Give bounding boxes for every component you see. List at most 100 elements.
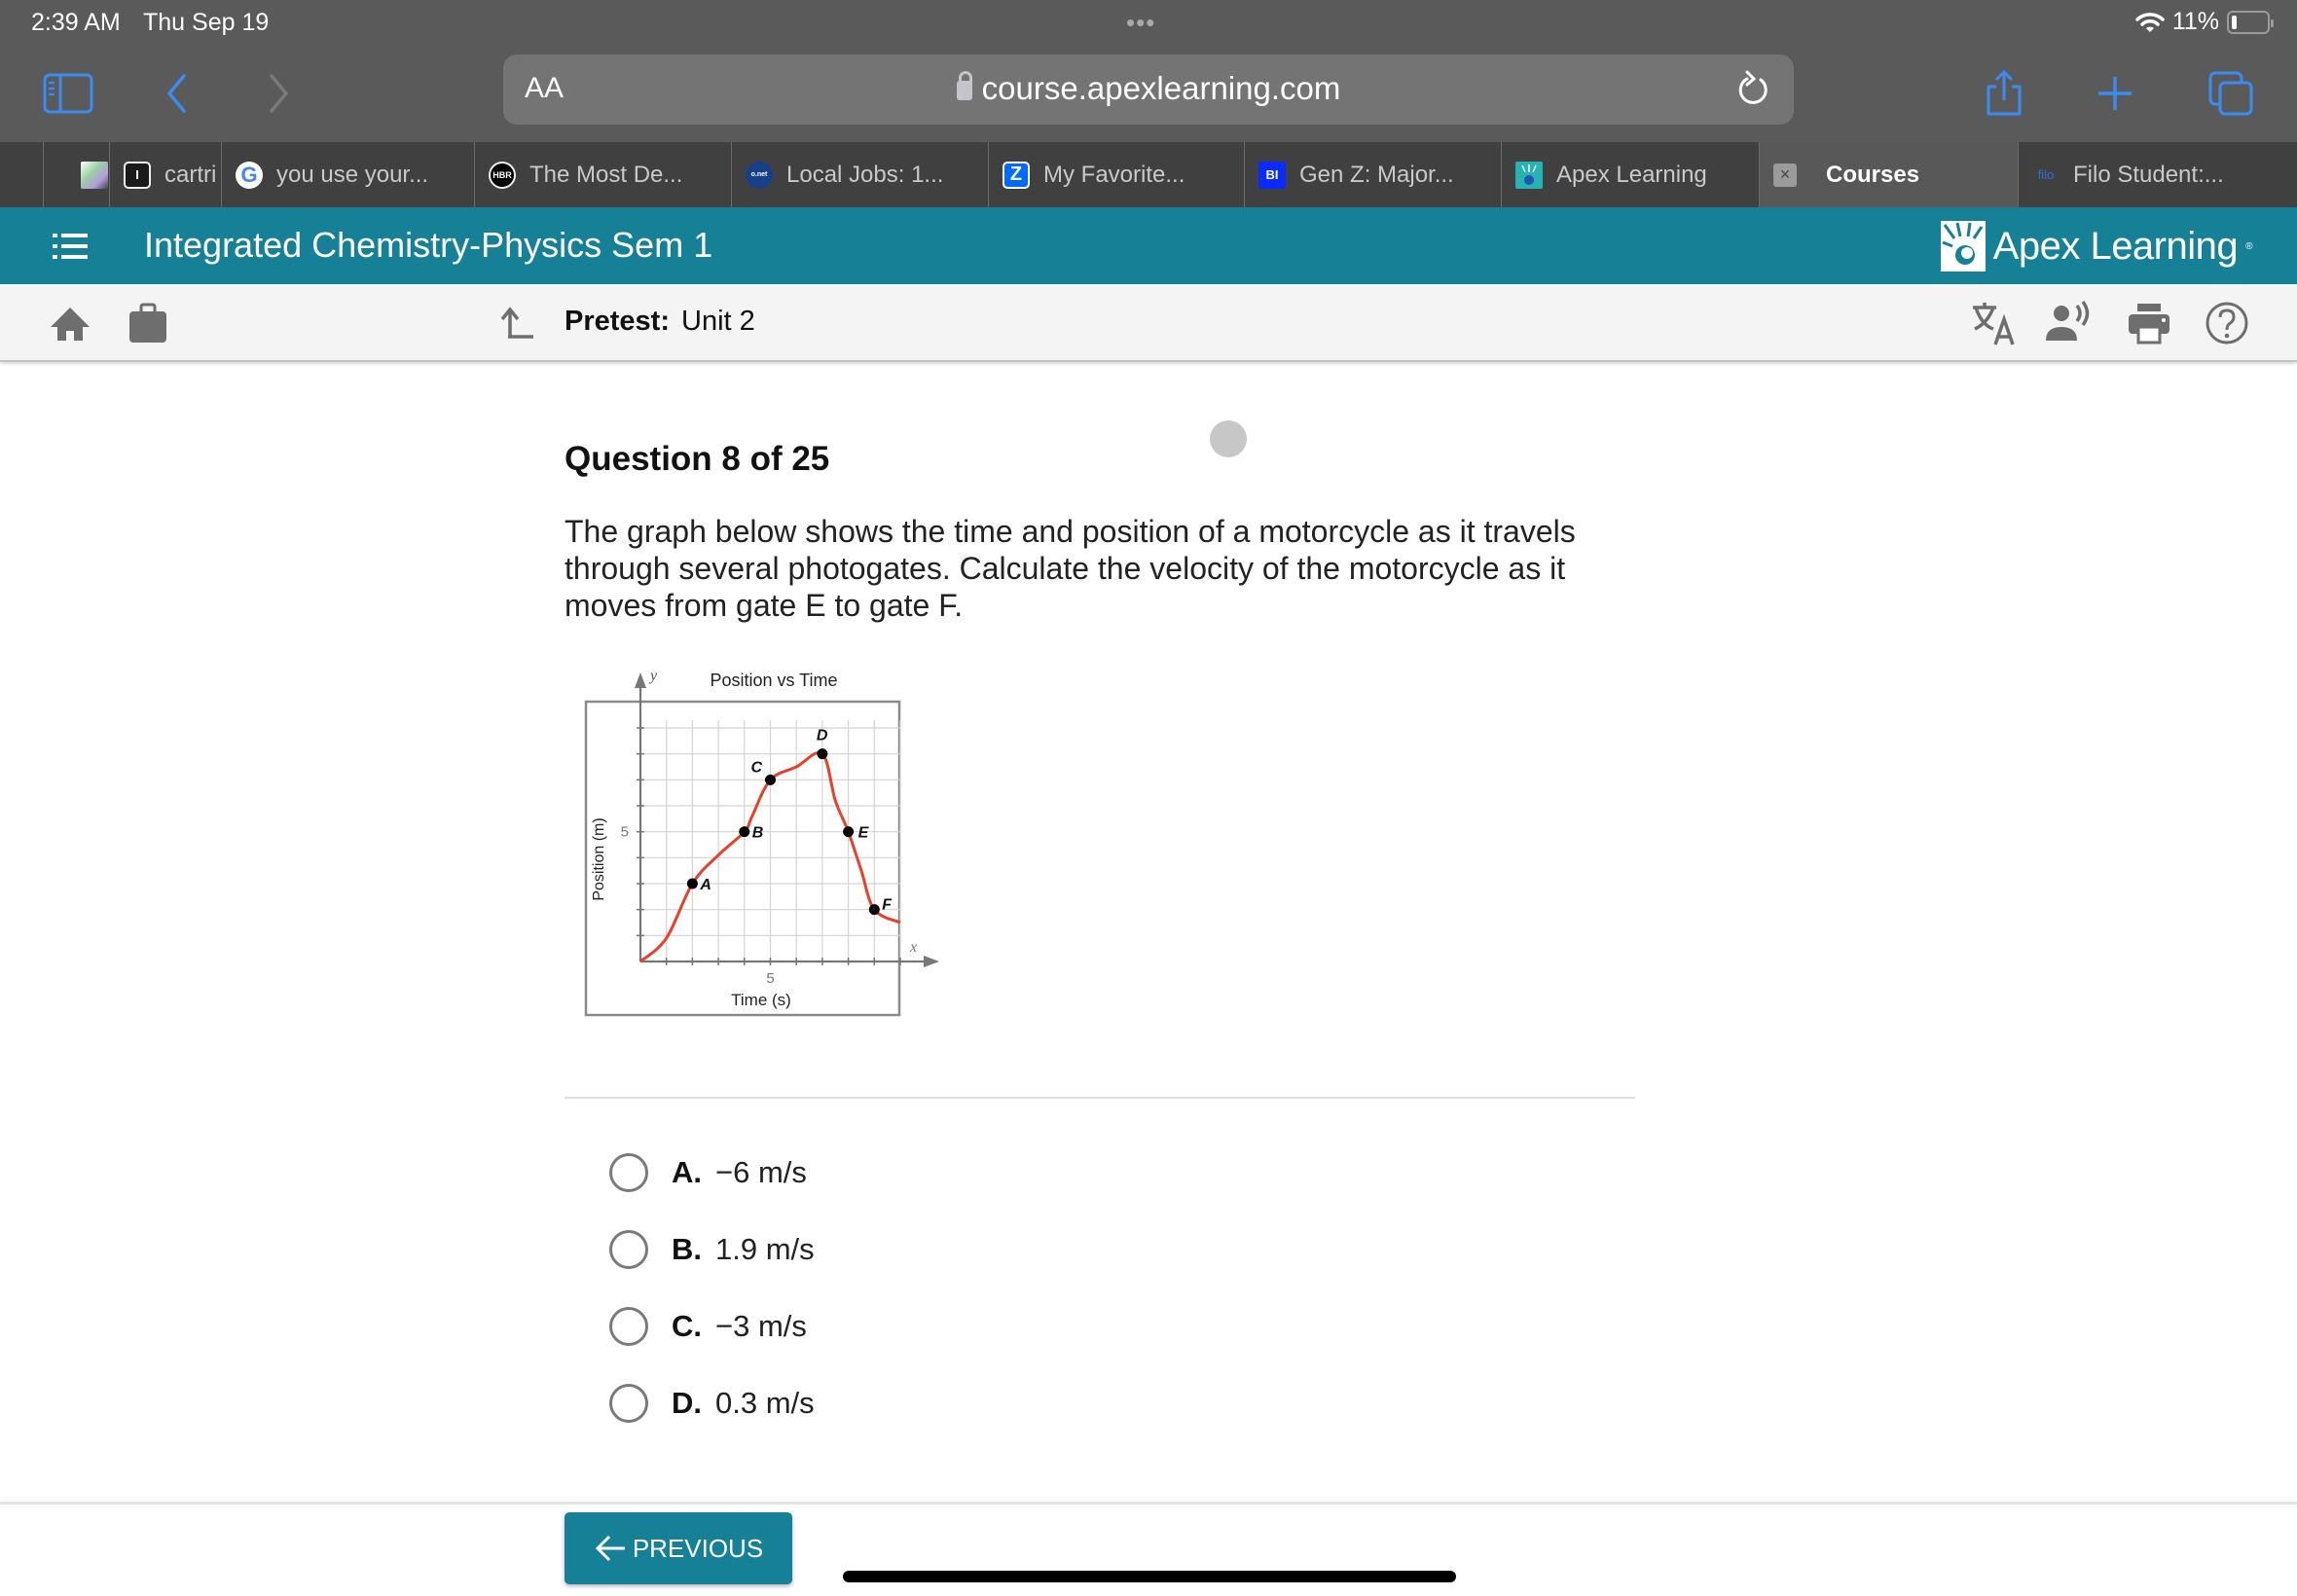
tab-8-active[interactable]: × Courses xyxy=(1759,142,2018,207)
gate-label-f: F xyxy=(882,897,893,914)
activity-toolbar: Pretest: Unit 2 xyxy=(0,284,2297,362)
gate-label-e: E xyxy=(858,825,870,842)
choice-b[interactable]: B. 1.9 m/s xyxy=(609,1230,815,1269)
radio-button[interactable] xyxy=(609,1384,648,1423)
reload-icon[interactable] xyxy=(1732,68,1774,111)
tabs-icon xyxy=(2208,71,2253,116)
tab-label: cartri xyxy=(164,161,217,188)
x-axis-label: Time (s) xyxy=(731,991,791,1009)
activity-breadcrumb: Pretest: Unit 2 xyxy=(565,306,755,338)
tab-strip: I cartri G you use your... HBR The Most … xyxy=(0,142,2297,207)
registered-mark: ® xyxy=(2245,240,2252,252)
tab-label: Filo Student:... xyxy=(2073,161,2224,188)
sidebar-toggle-button[interactable] xyxy=(39,64,97,123)
gate-point-c xyxy=(765,774,776,785)
tab-5[interactable]: Z My Favorite... xyxy=(988,142,1244,207)
plus-icon xyxy=(2098,77,2132,110)
back-button[interactable] xyxy=(148,64,206,123)
print-icon[interactable] xyxy=(2126,300,2172,346)
home-icon[interactable] xyxy=(49,302,91,345)
tab-1[interactable]: I cartri xyxy=(109,142,221,207)
tab-label: The Most De... xyxy=(529,161,683,188)
help-icon[interactable] xyxy=(2204,300,2250,346)
new-tab-button[interactable] xyxy=(2086,64,2144,123)
briefcase-icon[interactable] xyxy=(127,302,169,345)
choice-d[interactable]: D. 0.3 m/s xyxy=(609,1384,815,1423)
share-icon xyxy=(1987,69,2022,116)
status-bar: 2:39 AM Thu Sep 19 ••• 11% xyxy=(0,0,2297,45)
gate-point-e xyxy=(843,826,855,838)
tab-4[interactable]: o.net Local Jobs: 1... xyxy=(731,142,988,207)
x-tick-label: 5 xyxy=(766,970,774,987)
choice-c[interactable]: C. −3 m/s xyxy=(609,1307,807,1346)
multitasking-dots[interactable]: ••• xyxy=(1126,8,1155,38)
url-text: course.apexlearning.com xyxy=(981,70,1341,106)
gate-point-b xyxy=(739,826,750,838)
gate-label-a: A xyxy=(699,877,711,893)
tab-spacer xyxy=(0,142,43,207)
tab-2[interactable]: G you use your... xyxy=(221,142,474,207)
lock-icon xyxy=(956,71,972,100)
activity-name: Unit 2 xyxy=(681,306,755,337)
onet-favicon-icon: o.net xyxy=(746,161,773,189)
google-favicon-icon: G xyxy=(236,161,263,189)
loading-indicator xyxy=(1210,420,1247,457)
menu-list-icon[interactable] xyxy=(51,231,90,262)
address-bar[interactable]: AA course.apexlearning.com xyxy=(503,54,1794,125)
battery-percent: 11% xyxy=(2171,8,2219,35)
choice-text: 0.3 m/s xyxy=(715,1386,815,1420)
choice-a[interactable]: A. −6 m/s xyxy=(609,1153,807,1192)
bi-favicon-icon: BI xyxy=(1258,161,1286,189)
tab-3[interactable]: HBR The Most De... xyxy=(474,142,731,207)
url-display[interactable]: course.apexlearning.com xyxy=(503,70,1794,107)
question-text: The graph below shows the time and posit… xyxy=(565,514,1576,623)
tab-label: My Favorite... xyxy=(1043,161,1185,188)
graph-svg: 5 5 A B C D E F Position vs Time Time (s) Posi… xyxy=(584,668,939,1017)
choice-text: −6 m/s xyxy=(715,1155,807,1189)
gate-point-d xyxy=(817,748,828,760)
x-axis-letter: x xyxy=(909,939,917,956)
status-date: Thu Sep 19 xyxy=(143,9,270,36)
chevron-left-icon xyxy=(166,74,186,113)
up-level-arrow-icon[interactable] xyxy=(498,302,541,345)
gate-label-b: B xyxy=(752,825,764,842)
previous-button[interactable]: PREVIOUS xyxy=(565,1512,792,1584)
radio-button[interactable] xyxy=(609,1230,648,1269)
geometric-favicon-icon xyxy=(81,161,108,189)
tab-7[interactable]: Apex Learning xyxy=(1501,142,1759,207)
filo-favicon-icon: filo xyxy=(2037,167,2055,182)
browser-toolbar: AA course.apexlearning.com xyxy=(0,45,2297,142)
tab-0[interactable] xyxy=(43,142,109,207)
sidebar-icon xyxy=(43,73,93,114)
apex-logo[interactable]: Apex Learning ® xyxy=(1940,221,2252,272)
forward-button[interactable] xyxy=(249,64,308,123)
tabs-overview-button[interactable] xyxy=(2202,64,2260,123)
apex-sunburst-logo-icon xyxy=(1940,221,1986,272)
home-indicator[interactable] xyxy=(843,1571,1456,1582)
choice-letter: A. xyxy=(672,1155,702,1189)
status-indicators: 11% xyxy=(2135,8,2274,36)
battery-icon xyxy=(2227,10,2274,34)
choice-letter: D. xyxy=(672,1386,702,1420)
zillow-favicon-icon: Z xyxy=(1003,161,1030,189)
text-to-speech-icon[interactable] xyxy=(2044,300,2093,346)
close-tab-icon[interactable]: × xyxy=(1773,163,1797,187)
radio-button[interactable] xyxy=(609,1307,648,1346)
tab-label: Apex Learning xyxy=(1556,161,1707,188)
previous-label: PREVIOUS xyxy=(632,1533,764,1563)
tab-9[interactable]: filo Filo Student:... xyxy=(2018,142,2297,207)
wifi-icon xyxy=(2135,12,2165,32)
gate-point-f xyxy=(868,904,880,916)
y-axis-letter: y xyxy=(648,668,658,684)
arrow-left-icon xyxy=(595,1535,625,1562)
course-header: Integrated Chemistry-Physics Sem 1 Apex … xyxy=(0,207,2297,284)
radio-button[interactable] xyxy=(609,1153,648,1192)
status-time: 2:39 AM xyxy=(31,9,121,36)
share-button[interactable] xyxy=(1975,64,2033,123)
gate-label-d: D xyxy=(817,728,828,744)
translate-icon[interactable] xyxy=(1970,300,2017,346)
course-title: Integrated Chemistry-Physics Sem 1 xyxy=(144,225,713,265)
tab-6[interactable]: BI Gen Z: Major... xyxy=(1244,142,1501,207)
x-axis-arrow xyxy=(924,956,939,967)
gate-point-a xyxy=(686,878,698,889)
